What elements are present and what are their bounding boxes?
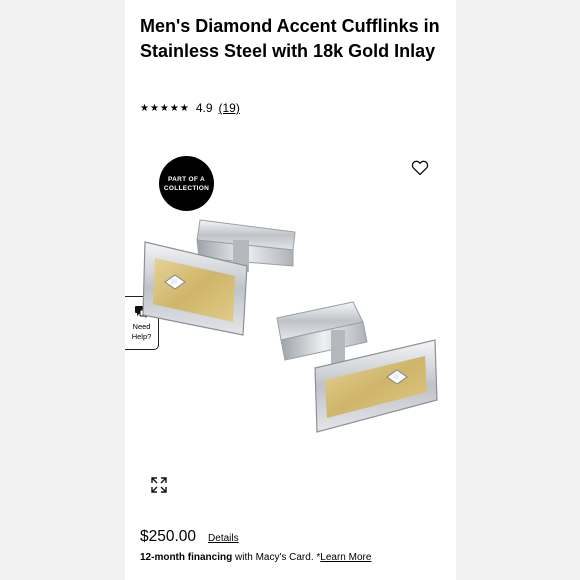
financing-detail: with Macy's Card. * — [232, 552, 321, 563]
price-details-link[interactable]: Details — [208, 533, 239, 544]
financing-bold: 12-month financing — [140, 552, 233, 563]
rating-row[interactable]: ★★★★★ 4.9 (19) — [140, 101, 240, 115]
product-price: $250.00 — [140, 528, 197, 545]
review-count-link[interactable]: (19) — [219, 101, 240, 115]
heart-icon[interactable] — [410, 157, 430, 177]
product-image-gallery[interactable]: PART OF A COLLECTION Need Help? — [125, 140, 456, 510]
badge-line-2: COLLECTION — [163, 184, 210, 192]
star-rating: ★★★★★ — [140, 102, 190, 114]
right-cufflink — [276, 301, 438, 433]
product-card: Men's Diamond Accent Cufflinks in Stainl… — [125, 0, 456, 580]
left-cufflink — [142, 219, 296, 336]
expand-icon[interactable] — [151, 477, 167, 493]
financing-text: 12-month financing with Macy's Card. *Le… — [140, 552, 371, 563]
product-title: Men's Diamond Accent Cufflinks in Stainl… — [140, 16, 440, 61]
badge-line-1: PART OF A — [167, 175, 205, 183]
price-row: $250.00 Details — [140, 528, 239, 546]
rating-value: 4.9 — [195, 101, 213, 115]
cufflinks-image — [142, 219, 438, 433]
learn-more-link[interactable]: Learn More — [320, 552, 371, 563]
